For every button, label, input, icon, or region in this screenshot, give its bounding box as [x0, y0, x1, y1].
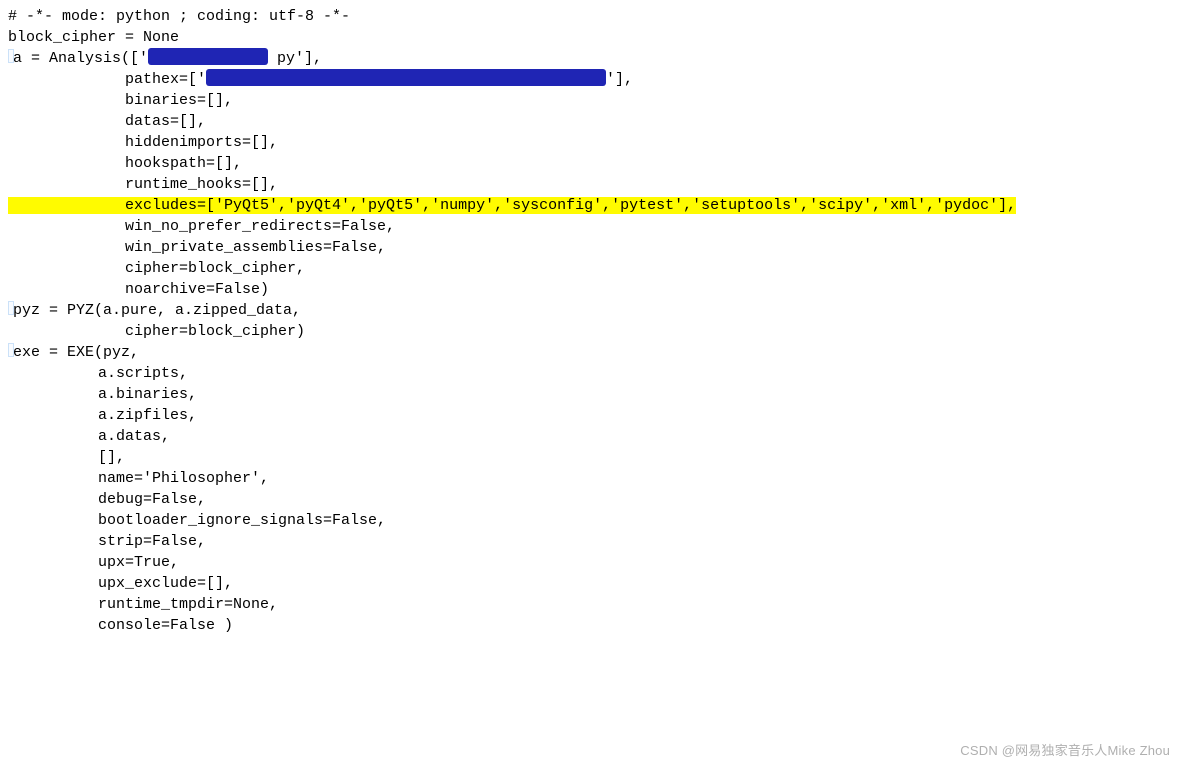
watermark-text: CSDN @网易独家音乐人Mike Zhou	[960, 742, 1170, 760]
code-line-7: pathex=[' '],	[8, 69, 1176, 90]
code-line-14: win_no_prefer_redirects=False,	[8, 216, 1176, 237]
highlighted-excludes: excludes=['PyQt5','pyQt4','pyQt5','numpy…	[8, 197, 1016, 214]
code-line-13-highlight: excludes=['PyQt5','pyQt4','pyQt5','numpy…	[8, 195, 1176, 216]
code-line-27: debug=False,	[8, 489, 1176, 510]
code-line-26: name='Philosopher',	[8, 468, 1176, 489]
code-line-15: win_private_assemblies=False,	[8, 237, 1176, 258]
code-line-9: datas=[],	[8, 111, 1176, 132]
code-line-6: a = Analysis([' py'],	[8, 48, 1176, 69]
code-text: pathex=['	[8, 71, 206, 88]
code-line-18: pyz = PYZ(a.pure, a.zipped_data,	[8, 300, 1176, 321]
code-line-25: [],	[8, 447, 1176, 468]
code-line-20: exe = EXE(pyz,	[8, 342, 1176, 363]
code-line-10: hiddenimports=[],	[8, 132, 1176, 153]
code-line-33: console=False )	[8, 615, 1176, 636]
code-text: '],	[606, 71, 633, 88]
code-text: pyz = PYZ(a.pure, a.zipped_data,	[13, 302, 301, 319]
code-line-30: upx=True,	[8, 552, 1176, 573]
code-line-11: hookspath=[],	[8, 153, 1176, 174]
code-line-29: strip=False,	[8, 531, 1176, 552]
code-line-24: a.datas,	[8, 426, 1176, 447]
code-block: { "code": { "l1": "# -*- mode: python ; …	[0, 0, 1184, 766]
code-text: py'],	[268, 50, 322, 67]
code-line-31: upx_exclude=[],	[8, 573, 1176, 594]
redacted-filename	[148, 48, 268, 65]
code-line-12: runtime_hooks=[],	[8, 174, 1176, 195]
code-line-8: binaries=[],	[8, 90, 1176, 111]
code-line-28: bootloader_ignore_signals=False,	[8, 510, 1176, 531]
code-line-23: a.zipfiles,	[8, 405, 1176, 426]
code-line-16: cipher=block_cipher,	[8, 258, 1176, 279]
code-line-3: block_cipher = None	[8, 27, 1176, 48]
code-text: a = Analysis(['	[13, 50, 148, 67]
code-line-21: a.scripts,	[8, 363, 1176, 384]
code-text: exe = EXE(pyz,	[13, 344, 139, 361]
code-line-22: a.binaries,	[8, 384, 1176, 405]
redacted-path	[206, 69, 606, 86]
code-line-19: cipher=block_cipher)	[8, 321, 1176, 342]
code-line-32: runtime_tmpdir=None,	[8, 594, 1176, 615]
code-line-1: # -*- mode: python ; coding: utf-8 -*-	[8, 6, 1176, 27]
code-line-17: noarchive=False)	[8, 279, 1176, 300]
